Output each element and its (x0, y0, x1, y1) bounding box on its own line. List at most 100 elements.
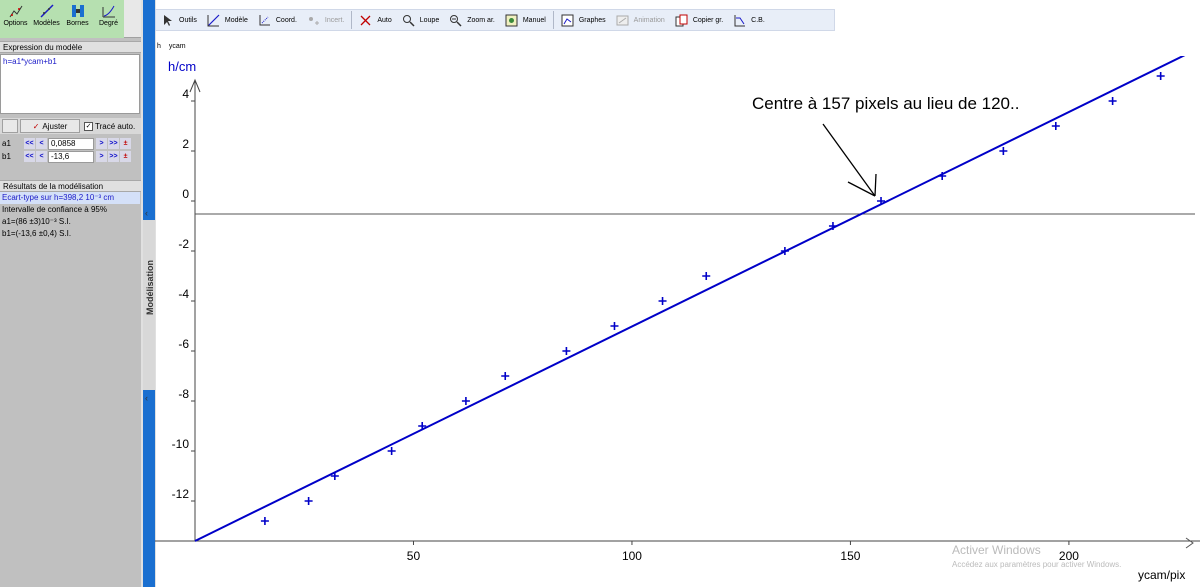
y-tick-label: 0 (182, 187, 189, 201)
graph-area[interactable]: -12-10-8-6-4-2024 50 100 150 200 h/cm ycam/… (155, 56, 1200, 587)
data-point[interactable] (1156, 72, 1165, 80)
y-tick-label: -10 (172, 437, 190, 451)
zoom-back-button[interactable]: Zoom ar. (444, 10, 500, 30)
graph-window-icon (561, 14, 574, 26)
fit-blank-button[interactable] (2, 119, 18, 133)
param-name: a1 (2, 139, 11, 148)
auto-trace-label: Tracé auto. (95, 121, 136, 131)
fast-increase-button[interactable]: >> (108, 151, 119, 162)
b1-result-line: b1=(-13,6 ±0,4) S.I. (2, 229, 72, 238)
regressi-window: Options Modèles Bornes Degré Expression … (0, 0, 1200, 587)
uncert-button[interactable]: Incert. (302, 10, 349, 30)
x-axis-label: ycam/pix (1138, 568, 1185, 582)
results-title: Résultats de la modélisation (0, 180, 141, 192)
degree-label: Degré (98, 20, 119, 27)
degree-button[interactable]: Degré (93, 0, 124, 38)
data-point[interactable] (461, 397, 470, 405)
auto-trace-checkbox[interactable]: ✓ (84, 121, 93, 131)
modeling-tab-label[interactable]: Modélisation (145, 260, 155, 315)
y-variable-label: h (157, 43, 161, 50)
param-value-field[interactable]: -13,6 (48, 150, 94, 163)
bode-plot-icon (734, 14, 746, 26)
coord-label: Coord. (275, 16, 297, 24)
options-button[interactable]: Options (0, 0, 31, 38)
bounds-button[interactable]: Bornes (62, 0, 93, 38)
data-point[interactable] (610, 322, 619, 330)
annotation-arrow (822, 123, 877, 197)
model-line-icon (207, 14, 220, 26)
param-row-a1: a1 << < 0,0858 > >> ± (0, 137, 141, 150)
x-tick-label: 150 (840, 549, 860, 563)
data-points (260, 72, 1165, 525)
bounds-label: Bornes (66, 20, 89, 27)
fast-increase-button[interactable]: >> (108, 138, 119, 149)
x-tick-label: 50 (407, 549, 421, 563)
data-point[interactable] (562, 347, 571, 355)
fast-decrease-button[interactable]: << (24, 138, 35, 149)
y-tick-label: -2 (178, 237, 189, 251)
auto-trace-toggle[interactable]: ✓ Tracé auto. (84, 121, 136, 131)
tools-button[interactable]: Outils (156, 10, 202, 30)
collapse-left-icon-2[interactable]: ‹ (145, 393, 148, 403)
data-point[interactable] (702, 272, 711, 280)
plus-minus-button[interactable]: ± (120, 151, 131, 162)
coord-button[interactable]: Coord. (253, 10, 302, 30)
models-button[interactable]: Modèles (31, 0, 62, 38)
watermark-line2: Accédez aux paramètres pour activer Wind… (952, 560, 1121, 569)
zoom-button[interactable]: Loupe (397, 10, 444, 30)
model-button[interactable]: Modèle (202, 10, 253, 30)
a1-result-line: a1=(86 ±3)10⁻³ S.I. (2, 217, 71, 226)
auto-scale-icon (360, 15, 371, 25)
fast-decrease-button[interactable]: << (24, 151, 35, 162)
data-point[interactable] (999, 147, 1008, 155)
bounds-icon (71, 5, 84, 17)
param-value-field[interactable]: 0,0858 (48, 137, 94, 150)
fit-label: Ajuster (42, 121, 68, 131)
toolbar-separator (552, 11, 554, 29)
magnifier-icon (402, 14, 415, 27)
degree-icon (102, 5, 115, 18)
model-expression-field[interactable]: h=a1*ycam+b1 (0, 54, 140, 114)
animation-button[interactable]: Animation (611, 10, 670, 30)
y-tick-label: -4 (178, 287, 189, 301)
data-point[interactable] (387, 447, 396, 455)
manual-button[interactable]: Manuel (500, 10, 551, 30)
y-tick-label: -12 (172, 487, 190, 501)
decrease-button[interactable]: < (36, 151, 47, 162)
auto-button[interactable]: Auto (354, 10, 396, 30)
scroll-right-arrow-icon[interactable] (1185, 537, 1194, 549)
fit-line (194, 56, 1186, 542)
data-point[interactable] (1051, 122, 1060, 130)
increase-button[interactable]: > (96, 151, 107, 162)
y-ticks: -12 -10 -8 -6 -4 -2 0 2 4 (172, 87, 195, 502)
copy-graph-button[interactable]: Copier gr. (670, 10, 728, 30)
collapse-left-icon[interactable]: ‹ (145, 208, 148, 218)
fit-button[interactable]: ✓ Ajuster (20, 119, 80, 133)
data-point[interactable] (304, 497, 313, 505)
decrease-button[interactable]: < (36, 138, 47, 149)
cb-button[interactable]: C.B. (728, 10, 770, 30)
manual-scale-icon (505, 14, 518, 26)
cb-label: C.B. (751, 16, 765, 24)
model-toolbar: Options Modèles Bornes Degré (0, 0, 141, 38)
increase-button[interactable]: > (96, 138, 107, 149)
model-label: Modèle (224, 16, 248, 24)
plus-minus-button[interactable]: ± (120, 138, 131, 149)
auto-label: Auto (377, 16, 392, 24)
options-label: Options (3, 20, 28, 27)
y-tick-label: 2 (182, 137, 189, 151)
copy-graph-label: Copier gr. (692, 16, 724, 24)
graphs-button[interactable]: Graphes (556, 10, 611, 30)
data-point[interactable] (501, 372, 510, 380)
x-variable-label: ycam (168, 43, 186, 50)
data-point[interactable] (1108, 97, 1117, 105)
data-point[interactable] (658, 297, 667, 305)
graph-toolbar: Outils Modèle Coord. Incert. Auto Loupe … (155, 9, 835, 31)
fit-bar: ✓ Ajuster ✓ Tracé auto. (0, 118, 141, 134)
param-row-b1: b1 << < -13,6 > >> ± (0, 150, 141, 163)
modeling-panel: Options Modèles Bornes Degré Expression … (0, 0, 141, 587)
animation-icon (616, 15, 629, 25)
watermark-line1: Activer Windows (952, 543, 1041, 557)
models-icon (39, 4, 54, 18)
data-point[interactable] (260, 517, 269, 525)
